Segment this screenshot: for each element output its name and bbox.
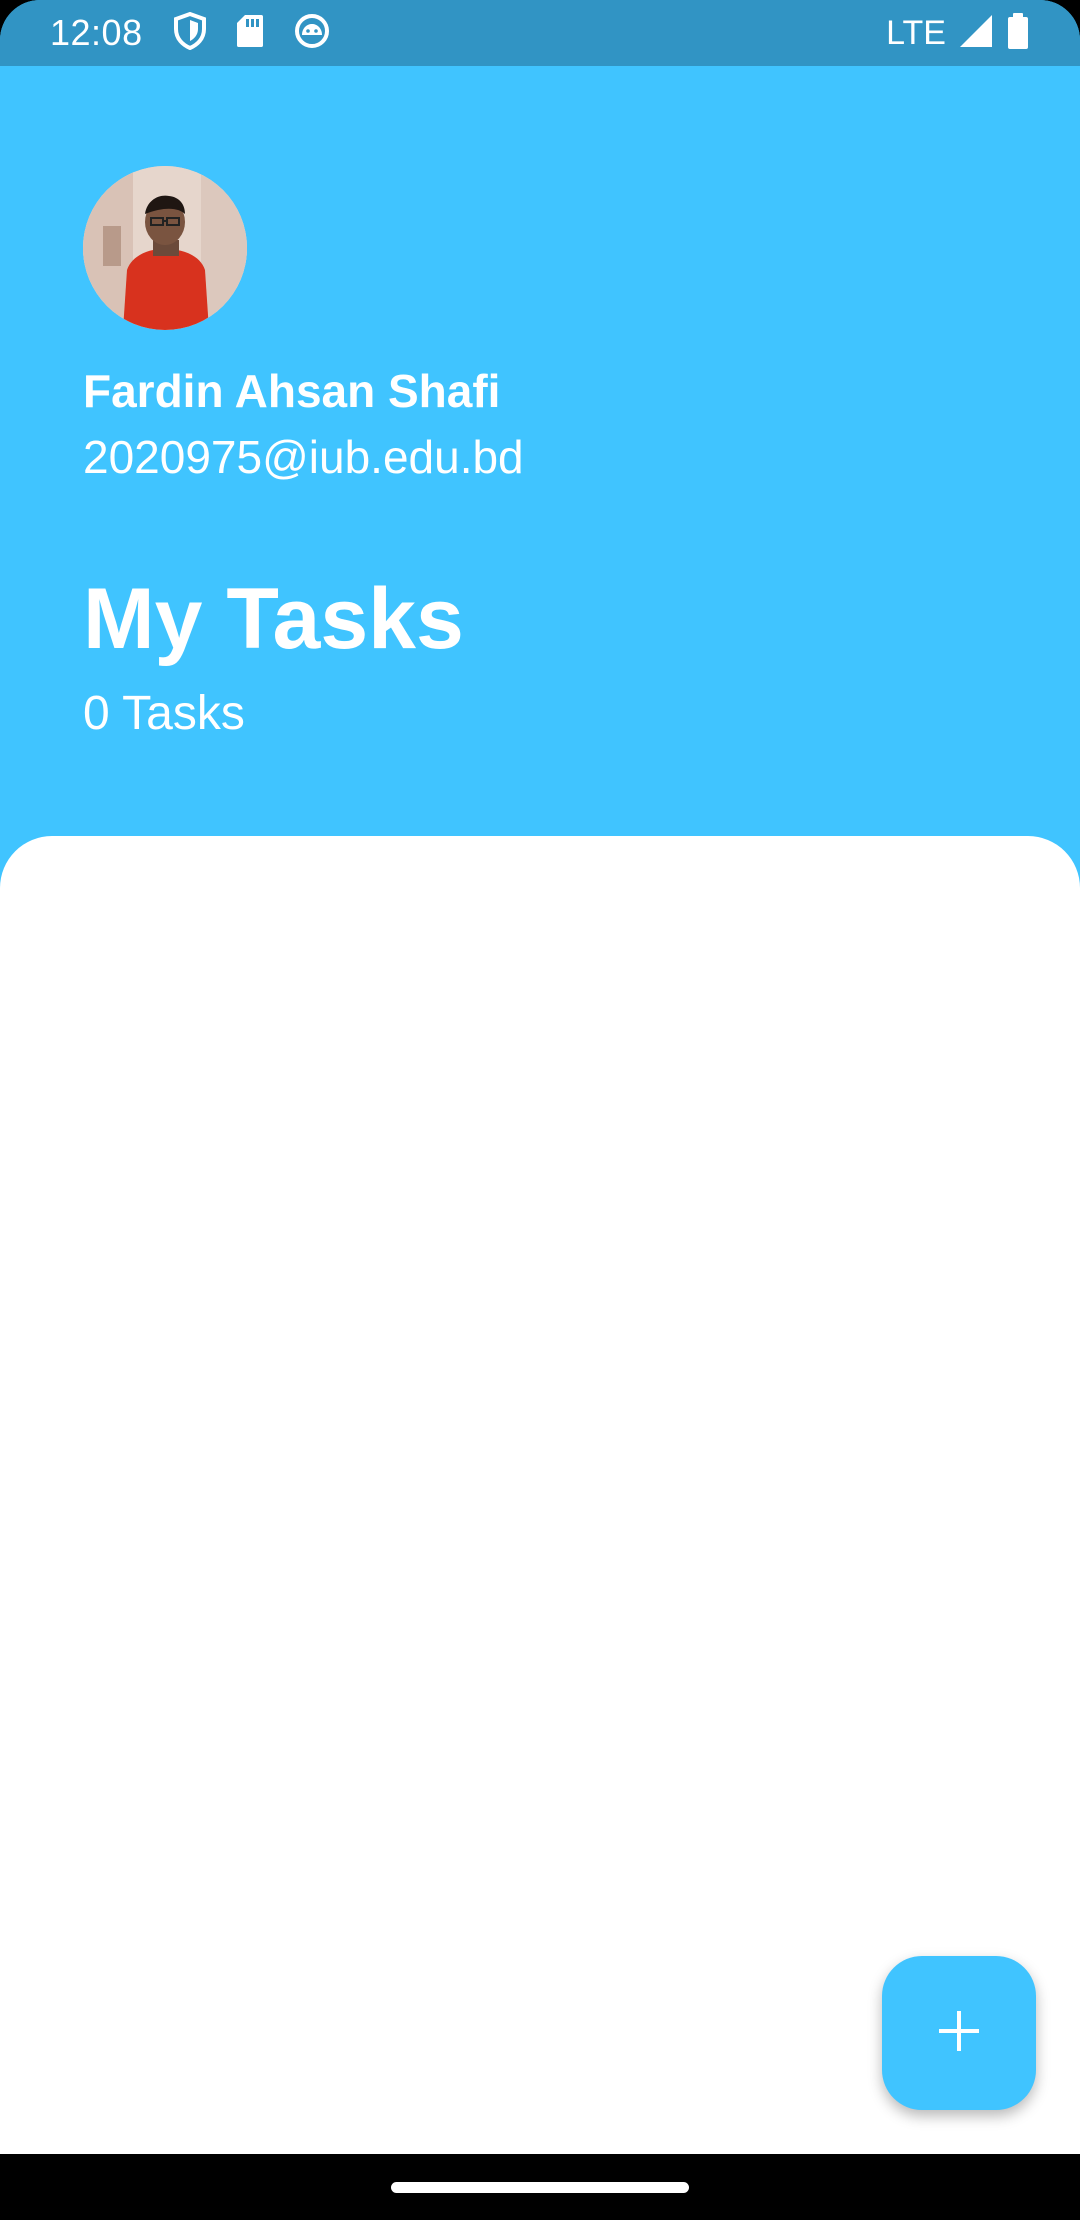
sd-card-icon bbox=[235, 13, 265, 54]
system-icons: LTE bbox=[886, 12, 1030, 55]
network-type: LTE bbox=[886, 13, 946, 52]
avatar[interactable] bbox=[83, 166, 247, 330]
plus-icon bbox=[937, 2009, 981, 2058]
notification-icons bbox=[173, 11, 331, 55]
avatar-photo bbox=[83, 166, 247, 330]
signal-icon bbox=[958, 13, 994, 54]
battery-icon bbox=[1006, 12, 1030, 55]
user-name: Fardin Ahsan Shafi bbox=[83, 365, 501, 417]
status-time: 12:08 bbox=[50, 12, 143, 53]
profile-header: Fardin Ahsan Shafi 2020975@iub.edu.bd My… bbox=[0, 66, 1080, 836]
add-task-button[interactable] bbox=[882, 1956, 1036, 2110]
app-screen: 12:08 LTE Fardin Ahsan Shafi 2020975@iub… bbox=[0, 0, 1080, 2220]
home-gesture-handle[interactable] bbox=[391, 2182, 689, 2193]
task-count: 0 Tasks bbox=[83, 687, 245, 740]
android-icon bbox=[293, 12, 331, 55]
user-email: 2020975@iub.edu.bd bbox=[83, 431, 524, 483]
status-bar: 12:08 LTE bbox=[0, 0, 1080, 66]
navigation-bar bbox=[0, 2154, 1080, 2220]
shield-icon bbox=[173, 11, 207, 55]
page-title: My Tasks bbox=[83, 571, 464, 667]
